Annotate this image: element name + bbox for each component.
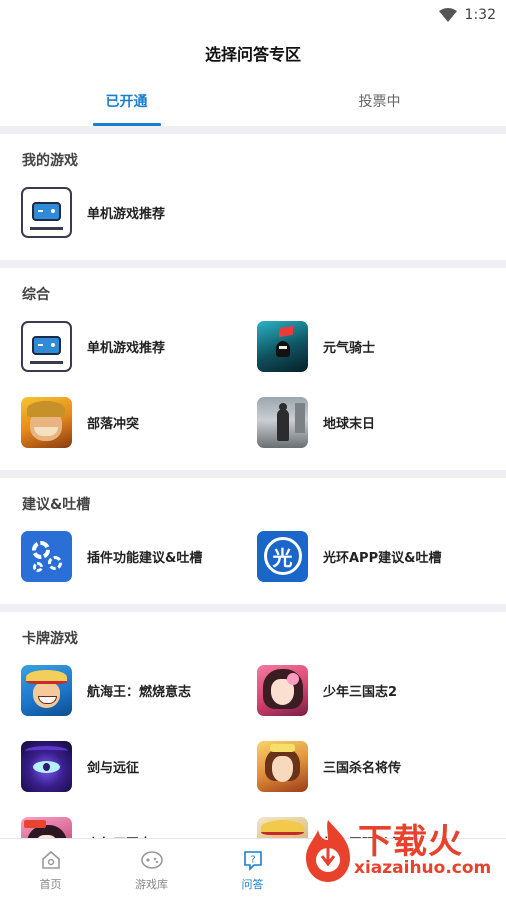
zone-label: 单机游戏推荐 — [87, 206, 166, 222]
status-bar: 1:32 — [0, 0, 506, 30]
zone-label: 少年三国志2 — [323, 684, 398, 700]
watermark-url: xiazaihuo.com — [354, 858, 492, 878]
sanguosha-icon — [257, 740, 308, 792]
divider — [0, 604, 506, 612]
watermark: 下载火 xiazaihuo.com — [296, 812, 500, 888]
zone-label: 地球末日 — [323, 416, 376, 432]
zone-label: 航海王：燃烧意志 — [87, 684, 192, 700]
section-title: 我的游戏 — [22, 153, 78, 169]
zone-item[interactable]: 地球末日 — [257, 396, 506, 448]
guanghuan-app-icon: 光 — [257, 530, 308, 582]
zone-label: 光环APP建议&吐槽 — [323, 550, 442, 566]
sanguo-girl-icon — [257, 664, 308, 716]
last-day-on-earth-icon — [257, 396, 308, 448]
gamepad-outline-icon — [140, 848, 164, 872]
zone-label: 插件功能建议&吐槽 — [87, 550, 203, 566]
nav-qa[interactable]: ? 问答 — [202, 839, 303, 900]
zone-item[interactable]: 插件功能建议&吐槽 — [21, 530, 257, 582]
page-title: 选择问答专区 — [204, 45, 301, 64]
flame-logo-icon — [306, 820, 350, 882]
zone-item[interactable]: 元气骑士 — [257, 320, 506, 372]
afk-arena-icon — [21, 740, 72, 792]
nav-label: 问答 — [241, 877, 264, 891]
tab-voting[interactable]: 投票中 — [253, 76, 506, 126]
watermark-text: 下载火 — [358, 822, 463, 862]
wifi-icon — [438, 8, 457, 22]
zone-label: 三国杀名将传 — [323, 760, 402, 776]
zone-label: 部落冲突 — [87, 416, 140, 432]
nav-label: 首页 — [39, 877, 62, 891]
section-title: 建议&吐槽 — [22, 497, 91, 513]
zone-item[interactable]: 部落冲突 — [21, 396, 257, 448]
zone-item[interactable]: 单机游戏推荐 — [21, 320, 257, 372]
soul-knight-icon — [257, 320, 308, 372]
zone-item[interactable]: 航海王：燃烧意志 — [21, 664, 257, 716]
zone-item[interactable]: 剑与远征 — [21, 740, 257, 792]
zone-item[interactable]: 单机游戏推荐 — [21, 186, 257, 238]
divider — [0, 470, 506, 478]
gamepad-icon — [21, 320, 72, 372]
section-feedback: 建议&吐槽 插件功能建议&吐槽 光 光环APP建议&吐槽 — [0, 478, 506, 604]
zone-label: 单机游戏推荐 — [87, 340, 166, 356]
gamepad-icon — [21, 186, 72, 238]
nav-label: 游戏库 — [135, 877, 168, 891]
question-bubble-icon: ? — [241, 848, 265, 872]
one-piece-icon — [21, 664, 72, 716]
clash-of-clans-icon — [21, 396, 72, 448]
svg-text:?: ? — [250, 854, 255, 865]
divider — [0, 260, 506, 268]
tab-bar: 已开通 投票中 — [0, 76, 506, 126]
zone-label: 元气骑士 — [323, 340, 376, 356]
zone-label: 剑与远征 — [87, 760, 140, 776]
tab-opened[interactable]: 已开通 — [0, 76, 253, 126]
nav-home[interactable]: 首页 — [0, 839, 101, 900]
divider — [0, 126, 506, 134]
zone-item[interactable]: 光 光环APP建议&吐槽 — [257, 530, 506, 582]
zone-item[interactable]: 三国杀名将传 — [257, 740, 506, 792]
zone-item[interactable]: 少年三国志2 — [257, 664, 506, 716]
home-icon — [39, 848, 63, 872]
gear-icon — [21, 530, 72, 582]
section-title: 卡牌游戏 — [22, 631, 78, 647]
section-title: 综合 — [22, 287, 50, 303]
status-time: 1:32 — [464, 7, 496, 23]
section-my-games: 我的游戏 单机游戏推荐 — [0, 134, 506, 260]
section-general: 综合 单机游戏推荐 元气骑士 部落冲突 地球末日 — [0, 268, 506, 470]
nav-game-library[interactable]: 游戏库 — [101, 839, 202, 900]
